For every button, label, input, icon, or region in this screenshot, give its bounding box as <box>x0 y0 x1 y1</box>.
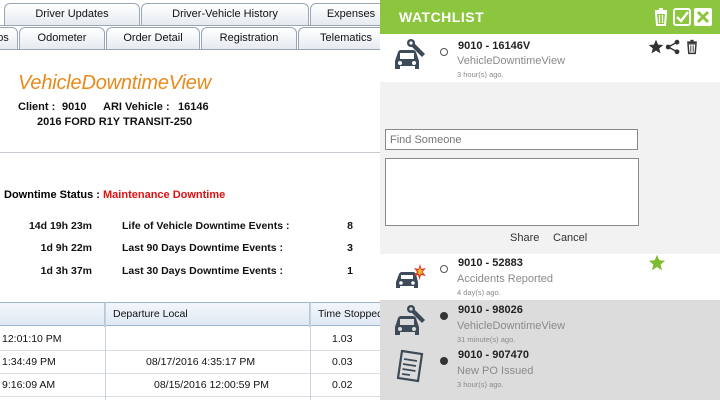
client-value: 9010 <box>62 101 87 113</box>
item-title: 9010 - 907470 <box>458 349 529 361</box>
table-cell: 0.03 <box>332 356 353 368</box>
item-title: 9010 - 16146V <box>458 40 531 52</box>
watchlist-item[interactable]: 9010 - 52883 Accidents Reported 4 day(s)… <box>380 254 720 300</box>
item-title: 9010 - 52883 <box>458 257 523 269</box>
metric-duration: 1d 9h 22m <box>40 242 92 254</box>
page-title: VehicleDowntimeView <box>18 72 211 94</box>
grid-column-line <box>310 302 311 400</box>
metric-value: 3 <box>347 242 353 254</box>
vehicle-wrench-icon <box>395 39 425 69</box>
item-time: 3 hour(s) ago. <box>457 380 504 389</box>
item-time: 3 hour(s) ago. <box>457 70 504 79</box>
downtime-status: Downtime Status : Maintenance Downtime <box>4 189 225 201</box>
tab-row-2: os Odometer Order Detail Registration Te… <box>0 27 380 49</box>
item-subtitle: VehicleDowntimeView <box>457 55 566 67</box>
car-crash-icon <box>396 264 426 288</box>
grid-header-departure[interactable]: Departure Local <box>105 303 310 327</box>
recipient-list-area[interactable] <box>385 158 639 226</box>
vehicle-value: 16146 <box>178 101 209 113</box>
tab-divider <box>0 25 380 26</box>
watchlist-header: WATCHLIST <box>380 0 720 34</box>
tab-expenses[interactable]: Expenses <box>310 3 380 25</box>
checkbox-icon[interactable] <box>672 7 692 27</box>
table-cell: 0.02 <box>332 379 353 391</box>
table-row[interactable]: 1:34:49 PM 08/17/2016 4:35:17 PM 0.03 <box>0 350 380 374</box>
find-someone-input[interactable] <box>385 129 638 150</box>
read-indicator <box>440 357 448 365</box>
section-divider <box>0 152 380 153</box>
metric-duration: 14d 19h 23m <box>28 220 92 232</box>
tab-telematics[interactable]: Telematics <box>298 27 380 49</box>
tab-odometer[interactable]: Odometer <box>19 27 105 49</box>
table-row[interactable]: 12:01:10 PM 1.03 <box>0 327 380 351</box>
client-label: Client : <box>18 101 56 113</box>
tab-partial[interactable]: os <box>0 27 18 49</box>
watchlist-title: WATCHLIST <box>399 9 485 25</box>
item-time: 4 day(s) ago. <box>457 288 501 297</box>
table-cell: 12:01:10 PM <box>2 333 62 345</box>
metric-value: 8 <box>347 220 353 232</box>
tab-driver-vehicle-history[interactable]: Driver-Vehicle History <box>141 3 309 25</box>
share-button[interactable]: Share <box>510 232 539 244</box>
table-cell: 08/17/2016 4:35:17 PM <box>146 356 256 368</box>
vehicle-description: 2016 FORD R1Y TRANSIT-250 <box>37 116 193 128</box>
table-row[interactable]: 9:16:09 AM 08/15/2016 12:00:59 PM 0.02 <box>0 373 380 397</box>
item-subtitle: Accidents Reported <box>457 273 553 285</box>
tab-row-1: Driver Updates Driver-Vehicle History Ex… <box>0 3 380 25</box>
star-icon[interactable] <box>648 39 664 55</box>
read-indicator <box>440 312 448 320</box>
close-icon[interactable] <box>693 7 713 27</box>
tab-registration[interactable]: Registration <box>201 27 297 49</box>
item-subtitle: VehicleDowntimeView <box>457 320 566 332</box>
table-cell: 1.03 <box>332 333 353 345</box>
unread-indicator <box>440 48 448 56</box>
screen: Driver Updates Driver-Vehicle History Ex… <box>0 0 720 400</box>
table-cell: 1:34:49 PM <box>2 356 56 368</box>
unread-indicator <box>440 265 448 273</box>
metric-label: Last 30 Days Downtime Events : <box>122 265 284 277</box>
item-title: 9010 - 98026 <box>458 304 523 316</box>
trash-icon[interactable] <box>651 7 671 27</box>
vehicle-label: ARI Vehicle : <box>103 101 170 113</box>
item-subtitle: New PO Issued <box>457 365 534 377</box>
tab-divider-2 <box>0 49 380 50</box>
metric-label: Life of Vehicle Downtime Events : <box>122 220 290 232</box>
grid-column-line <box>105 302 106 400</box>
table-cell: 9:16:09 AM <box>2 379 56 391</box>
table-cell: 08/15/2016 12:00:59 PM <box>154 379 270 391</box>
watchlist-item[interactable]: 9010 - 16146V VehicleDowntimeView 3 hour… <box>380 34 720 82</box>
grid-header: Departure Local Time Stopped <box>0 302 380 327</box>
metric-label: Last 90 Days Downtime Events : <box>122 242 284 254</box>
watchlist-panel: WATCHLIST 9010 - 16146V VehicleDowntimeV… <box>380 0 720 400</box>
watchlist-item[interactable]: 9010 - 907470 New PO Issued 3 hour(s) ag… <box>380 346 720 400</box>
vehicle-wrench-icon <box>395 305 425 335</box>
grid-header-time-stopped[interactable]: Time Stopped <box>310 303 380 327</box>
metric-value: 1 <box>347 265 353 277</box>
trash-icon[interactable] <box>684 38 700 56</box>
cancel-button[interactable]: Cancel <box>553 232 587 244</box>
tab-order-detail[interactable]: Order Detail <box>106 27 200 49</box>
grid-header-cell[interactable] <box>0 303 105 327</box>
watchlist-item[interactable]: 9010 - 98026 VehicleDowntimeView 31 minu… <box>380 300 720 346</box>
star-icon[interactable] <box>648 254 666 272</box>
item-time: 31 minute(s) ago. <box>457 335 516 344</box>
downtime-status-label: Downtime Status : <box>4 189 100 201</box>
tab-driver-updates[interactable]: Driver Updates <box>4 3 140 25</box>
document-icon <box>396 349 424 383</box>
downtime-status-value: Maintenance Downtime <box>103 189 226 201</box>
metric-duration: 1d 3h 37m <box>40 265 92 277</box>
share-icon[interactable] <box>665 39 681 55</box>
vehicle-downtime-panel: Driver Updates Driver-Vehicle History Ex… <box>0 0 380 400</box>
